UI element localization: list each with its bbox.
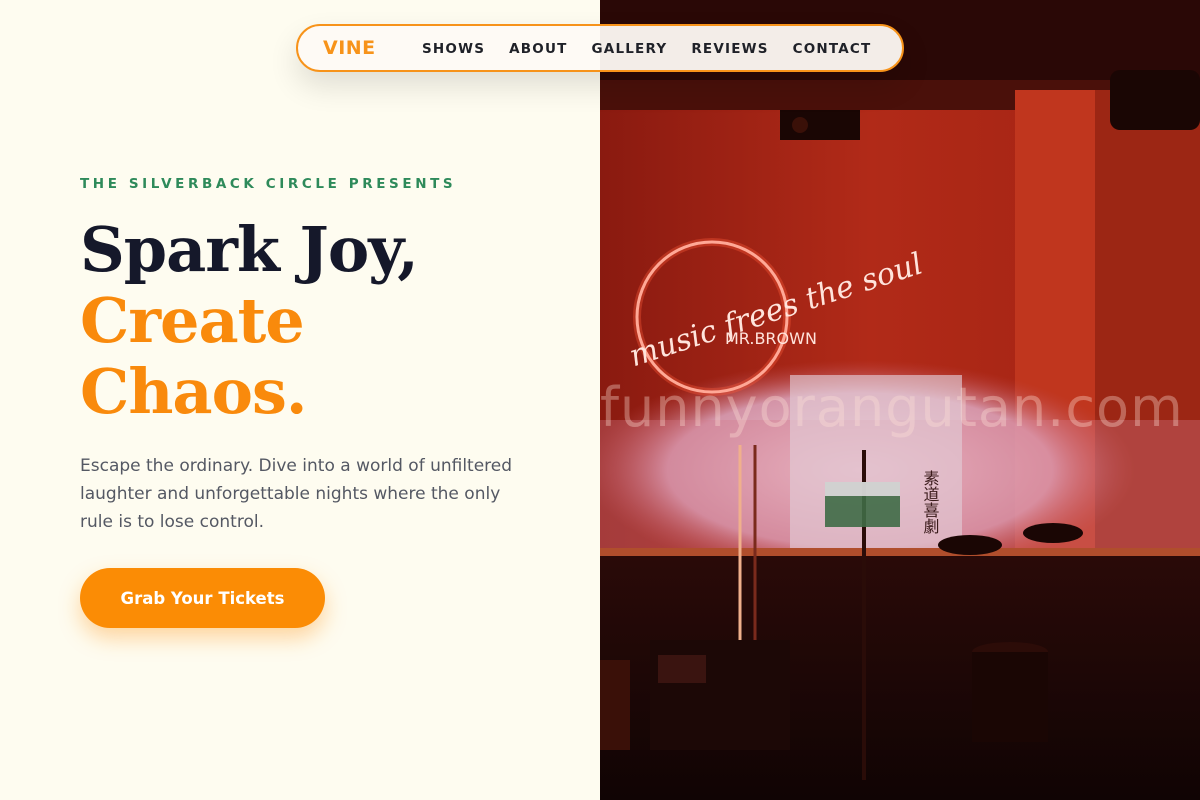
nav-link-contact[interactable]: CONTACT — [793, 41, 872, 57]
watermark-text: funnyorangutan.com — [600, 376, 1184, 439]
nav-link-gallery[interactable]: GALLERY — [592, 41, 668, 57]
stage-photo: music frees the soul MR.BROWN 素道喜劇 funny… — [600, 0, 1200, 800]
neon-sign-subtext: MR.BROWN — [725, 329, 817, 348]
headline-line-1: Spark Joy, — [80, 213, 419, 286]
hero-headline: Spark Joy, Create Chaos. — [80, 213, 419, 428]
hero-description: Escape the ordinary. Dive into a world o… — [80, 456, 513, 532]
nav-link-shows[interactable]: SHOWS — [422, 41, 485, 57]
top-navigation: VINE SHOWS ABOUT GALLERY REVIEWS CONTACT — [296, 24, 904, 72]
headline-line-3: Chaos. — [80, 355, 307, 428]
hero-eyebrow: THE SILVERBACK CIRCLE PRESENTS — [80, 176, 457, 192]
grab-tickets-button[interactable]: Grab Your Tickets — [80, 568, 325, 628]
nav-link-reviews[interactable]: REVIEWS — [691, 41, 768, 57]
poster-text: 素道喜劇 — [921, 470, 940, 535]
headline-line-2: Create — [80, 284, 305, 357]
hero-left-panel: THE SILVERBACK CIRCLE PRESENTS Spark Joy… — [0, 0, 600, 800]
nav-link-about[interactable]: ABOUT — [509, 41, 567, 57]
nav-links: SHOWS ABOUT GALLERY REVIEWS CONTACT — [422, 41, 895, 57]
brand-logo[interactable]: VINE — [323, 37, 376, 59]
